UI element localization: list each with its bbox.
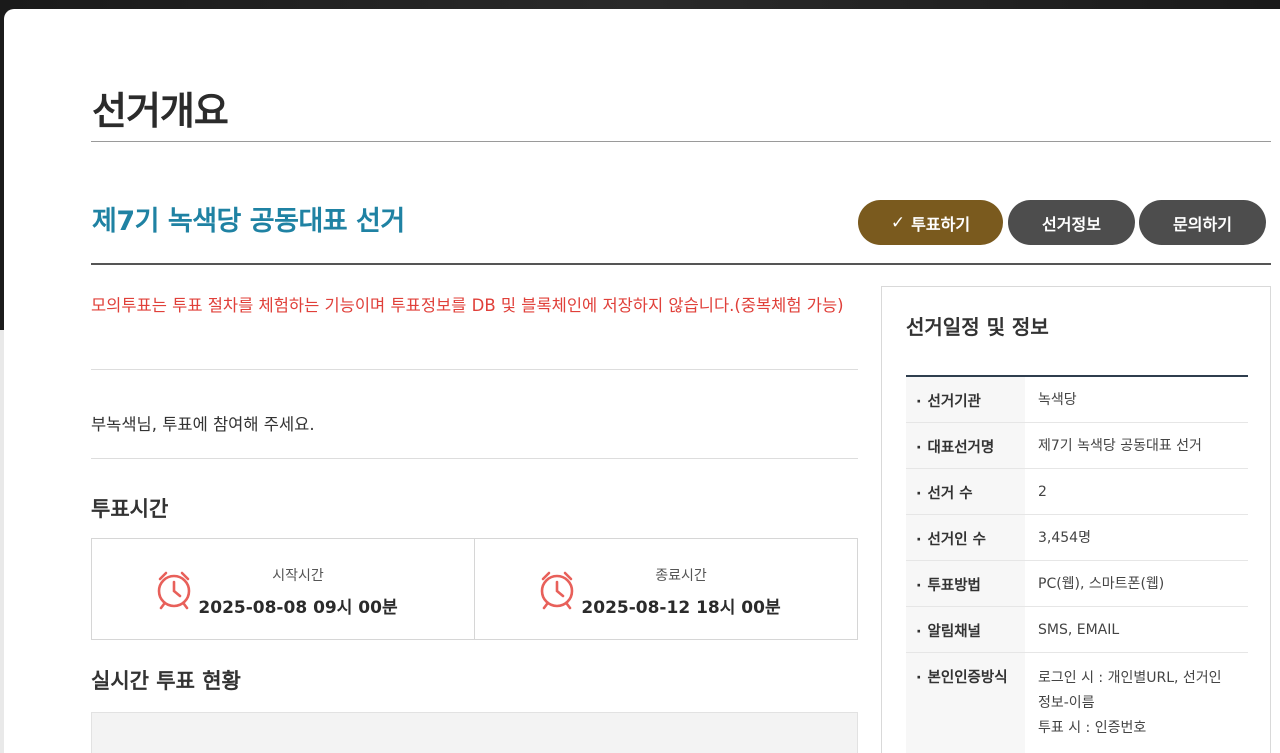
vote-time-box: 시작시간 2025-08-08 09시 00분 종료시간 2025-08-12 … [91, 538, 858, 640]
info-card-title: 선거일정 및 정보 [906, 315, 1049, 339]
info-value-line: 로그인 시 : 개인별URL, 선거인 [1038, 670, 1222, 686]
election-name: 제7기 녹색당 공동대표 선거 [92, 206, 405, 237]
info-value: SMS, EMAIL [1038, 622, 1120, 638]
inquiry-button[interactable]: 문의하기 [1139, 200, 1266, 245]
info-value-line: 정보-이름 [1038, 695, 1095, 711]
info-row: · 대표선거명 제7기 녹색당 공동대표 선거 [906, 423, 1248, 469]
info-key: 대표선거명 [927, 440, 995, 456]
info-row: · 투표방법 PC(웹), 스마트폰(웹) [906, 561, 1248, 607]
live-status-title: 실시간 투표 현황 [91, 669, 241, 693]
page-title: 선거개요 [92, 89, 229, 133]
live-status-box [91, 712, 858, 753]
header-divider [91, 263, 1271, 265]
end-time-value: 2025-08-12 18시 00분 [581, 597, 781, 618]
info-value: 2 [1038, 484, 1047, 500]
vote-button-label: 투표하기 [911, 214, 971, 234]
info-key: 알림채널 [927, 624, 981, 640]
alarm-clock-icon [157, 571, 191, 610]
info-value: 로그인 시 : 개인별URL, 선거인 정보-이름 투표 시 : 인증번호 [1025, 653, 1248, 753]
info-value: 3,454명 [1038, 530, 1091, 546]
info-key: 선거인 수 [927, 532, 986, 548]
info-key: 본인인증방식 [927, 670, 1008, 686]
notice-divider [91, 369, 858, 370]
inquiry-button-label: 문의하기 [1173, 214, 1232, 234]
check-icon: ✓ [890, 212, 906, 233]
info-value: PC(웹), 스마트폰(웹) [1038, 576, 1165, 592]
info-row: · 알림채널 SMS, EMAIL [906, 607, 1248, 653]
greeting-divider [91, 458, 858, 459]
info-key: 투표방법 [927, 578, 981, 594]
election-info-button[interactable]: 선거정보 [1008, 200, 1135, 245]
title-divider [91, 141, 1271, 142]
info-value-line: 투표 시 : 인증번호 [1038, 720, 1147, 736]
alarm-clock-icon [540, 571, 574, 610]
info-value: 녹색당 [1038, 392, 1077, 408]
mock-vote-notice: 모의투표는 투표 절차를 체험하는 기능이며 투표정보를 DB 및 블록체인에 … [91, 296, 844, 315]
info-row: · 선거인 수 3,454명 [906, 515, 1248, 561]
election-info-button-label: 선거정보 [1042, 214, 1101, 234]
info-key: 선거 수 [927, 486, 973, 502]
info-row: · 본인인증방식 로그인 시 : 개인별URL, 선거인 정보-이름 투표 시 :… [906, 653, 1248, 753]
info-value: 제7기 녹색당 공동대표 선거 [1038, 438, 1202, 454]
end-time-cell: 종료시간 2025-08-12 18시 00분 [474, 539, 857, 639]
greeting-text: 부녹색님, 투표에 참여해 주세요. [91, 415, 315, 434]
vote-time-title: 투표시간 [91, 497, 169, 521]
end-time-label: 종료시간 [655, 567, 707, 584]
vote-button[interactable]: ✓ 투표하기 [858, 200, 1003, 245]
election-info-card: 선거일정 및 정보 · 선거기관 녹색당 · 대표선거명 제7기 녹색당 공동대표 … [881, 286, 1271, 753]
info-key: 선거기관 [927, 394, 981, 410]
info-table: · 선거기관 녹색당 · 대표선거명 제7기 녹색당 공동대표 선거 · 선거 수 2… [906, 375, 1248, 753]
info-row: · 선거 수 2 [906, 469, 1248, 515]
start-time-cell: 시작시간 2025-08-08 09시 00분 [92, 539, 474, 639]
start-time-value: 2025-08-08 09시 00분 [198, 597, 398, 618]
info-row: · 선거기관 녹색당 [906, 377, 1248, 423]
start-time-label: 시작시간 [272, 567, 324, 584]
